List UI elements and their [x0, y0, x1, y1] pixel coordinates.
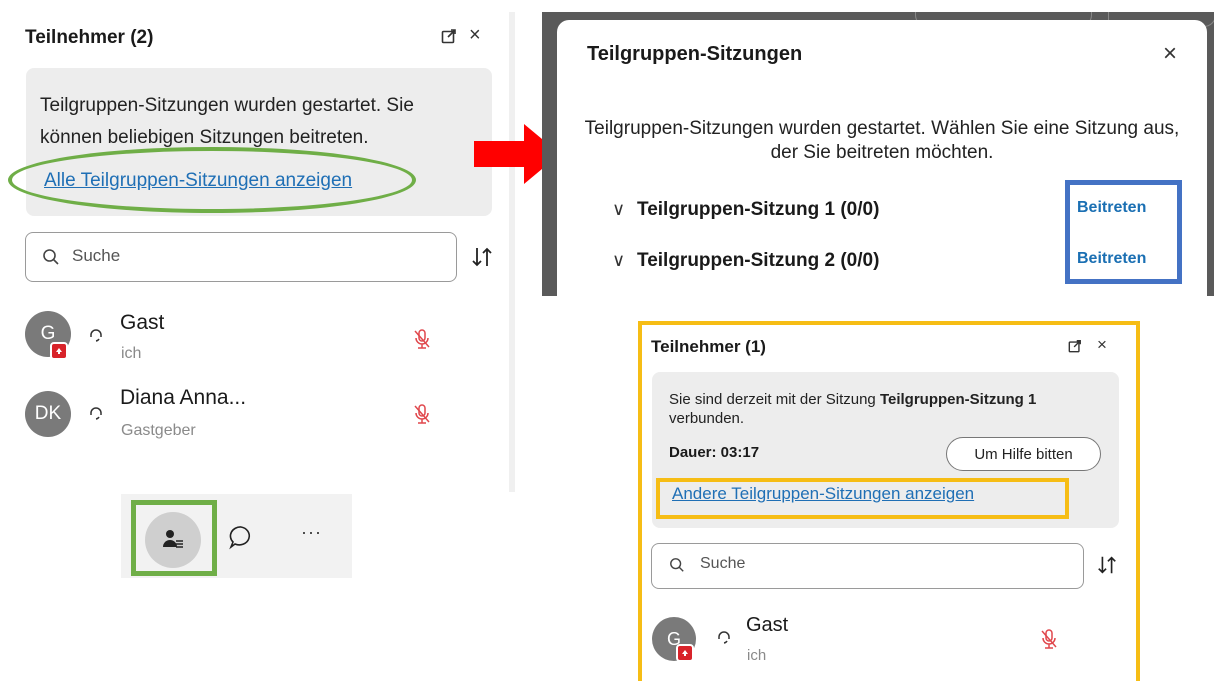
duration-label: Dauer: 03:17 [669, 444, 760, 461]
highlight-box-blue [1065, 180, 1182, 284]
participant-name: Diana Anna... [120, 386, 247, 409]
highlight-oval-green [8, 147, 416, 213]
panel-title: Teilnehmer (2) [25, 27, 154, 48]
highlight-box-green [131, 500, 217, 576]
session-status-text: Sie sind derzeit mit der Sitzung Teilgru… [669, 390, 1099, 428]
highlight-box-yellow-link [656, 478, 1069, 519]
search-placeholder: Suche [72, 246, 121, 265]
participant-role: ich [121, 345, 142, 362]
more-options-icon[interactable]: ··· [301, 522, 322, 543]
screen-share-badge-icon [676, 644, 694, 662]
headset-icon [90, 329, 102, 342]
status-prefix: Sie sind derzeit mit der Sitzung [669, 391, 880, 408]
sort-icon[interactable] [470, 245, 494, 269]
headset-icon [718, 631, 730, 644]
status-session: Teilgruppen-Sitzung 1 [879, 391, 1037, 408]
participant-name: Gast [120, 311, 165, 334]
close-icon[interactable]: × [1097, 335, 1107, 355]
dialog-title: Teilgruppen-Sitzungen [587, 43, 803, 65]
mic-muted-icon[interactable] [413, 328, 431, 350]
avatar-initials: DK [34, 403, 62, 424]
popout-icon[interactable] [441, 28, 457, 44]
close-icon[interactable]: × [1163, 40, 1177, 68]
participant-role: Gastgeber [121, 422, 196, 439]
panel-title: Teilnehmer (1) [651, 337, 766, 356]
banner-text: Teilgruppen-Sitzungen wurden gestartet. … [40, 95, 414, 148]
participants-panel-left: Teilnehmer (2) × Teilgruppen-Sitzungen w… [0, 0, 515, 675]
avatar: DK [25, 391, 71, 437]
participant-role: ich [747, 647, 767, 664]
chevron-down-icon[interactable]: ∨ [612, 199, 625, 220]
chat-icon[interactable] [228, 524, 254, 550]
sort-icon[interactable] [1096, 554, 1118, 576]
search-placeholder: Suche [700, 555, 746, 572]
participant-name: Gast [746, 614, 789, 636]
screen-share-badge-icon [50, 342, 68, 360]
panel-divider [509, 12, 515, 492]
popout-icon[interactable] [1068, 339, 1082, 353]
status-suffix: verbunden. [669, 410, 745, 427]
search-icon [43, 249, 59, 265]
close-icon[interactable]: × [469, 24, 481, 47]
session-name[interactable]: Teilgruppen-Sitzung 2 (0/0) [637, 250, 879, 272]
mic-muted-icon[interactable] [413, 403, 431, 425]
mic-muted-icon[interactable] [1040, 628, 1058, 650]
dialog-message: Teilgruppen-Sitzungen wurden gestartet. … [584, 118, 1180, 163]
session-name[interactable]: Teilgruppen-Sitzung 1 (0/0) [637, 199, 879, 221]
search-icon [670, 558, 684, 572]
headset-icon [90, 407, 102, 420]
chevron-down-icon[interactable]: ∨ [612, 250, 625, 271]
ask-for-help-button[interactable]: Um Hilfe bitten [946, 437, 1101, 471]
